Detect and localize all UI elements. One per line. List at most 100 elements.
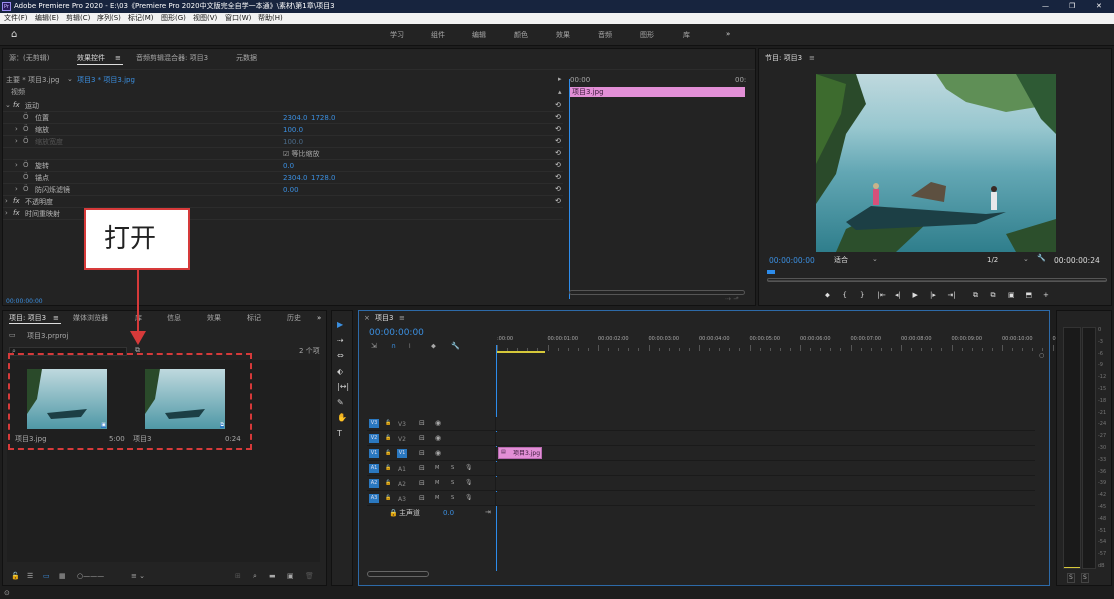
- track-target-toggle[interactable]: A1: [369, 464, 379, 473]
- timeline-hscroll[interactable]: [367, 571, 1035, 577]
- eye-icon[interactable]: ◉: [435, 435, 441, 442]
- tab-media-browser[interactable]: 媒体浏览器: [73, 315, 108, 322]
- fx-toggle-icon[interactable]: Ö: [23, 126, 29, 133]
- zoom-slider[interactable]: ○———: [77, 573, 104, 580]
- property-value[interactable]: ☑ 等比缩放: [283, 151, 320, 158]
- maximize-button[interactable]: ❐: [1069, 3, 1075, 10]
- menu-sequence[interactable]: 序列(S): [97, 15, 121, 22]
- timeline-settings-icon[interactable]: 🔧: [451, 343, 460, 350]
- film-icon[interactable]: ⊟: [419, 480, 425, 487]
- property-value[interactable]: 100.0: [283, 127, 303, 134]
- workspace-libraries[interactable]: 库: [683, 32, 690, 39]
- master-end-icon[interactable]: ⇥: [485, 509, 491, 516]
- home-icon[interactable]: ⌂: [11, 30, 17, 40]
- workspace-more[interactable]: »: [726, 31, 730, 38]
- lock-icon[interactable]: 🔓: [385, 496, 391, 501]
- nest-icon[interactable]: ⇲: [371, 343, 377, 350]
- fit-chevron-icon[interactable]: ⌄: [872, 256, 878, 263]
- program-playhead[interactable]: [767, 270, 775, 274]
- source-patch[interactable]: V2: [398, 436, 406, 443]
- solo-right-button[interactable]: S: [1081, 573, 1089, 583]
- master-volume[interactable]: 0.0: [443, 510, 454, 517]
- fx-scrollbar[interactable]: [569, 290, 745, 295]
- film-icon[interactable]: ⊟: [419, 420, 425, 427]
- solo-button[interactable]: S: [451, 481, 454, 486]
- tab-audio-clip-mixer[interactable]: 音频剪辑混合器: 项目3: [136, 55, 208, 62]
- workspace-assembly[interactable]: 组件: [431, 32, 445, 39]
- menu-view[interactable]: 视图(V): [193, 15, 217, 22]
- export-frame-icon[interactable]: ▣: [1008, 292, 1015, 299]
- program-title[interactable]: 节目: 项目3: [765, 55, 802, 62]
- property-value[interactable]: 2304.0: [283, 175, 308, 182]
- lock-icon[interactable]: 🔓: [385, 421, 391, 426]
- property-value[interactable]: 2304.0: [283, 115, 308, 122]
- expand-chevron-icon[interactable]: ›: [15, 162, 18, 169]
- solo-button[interactable]: S: [451, 466, 454, 471]
- solo-button[interactable]: S: [451, 496, 454, 501]
- pen-tool-icon[interactable]: ✎: [337, 398, 344, 407]
- source-patch[interactable]: A3: [398, 496, 406, 503]
- tab-info[interactable]: 信息: [167, 315, 181, 322]
- trash-icon[interactable]: 🗑: [305, 573, 314, 580]
- quality-chevron-icon[interactable]: ⌄: [1023, 256, 1029, 263]
- fx-clip-bar[interactable]: 项目3.jpg: [569, 87, 745, 97]
- linked-selection-icon[interactable]: ⧘: [409, 343, 410, 350]
- tab-effects[interactable]: 效果: [207, 315, 221, 322]
- extract-icon[interactable]: ⧉: [991, 292, 996, 299]
- expand-chevron-icon[interactable]: ⌄: [5, 102, 11, 109]
- track-target-toggle[interactable]: V2: [369, 434, 379, 443]
- fx-timecode[interactable]: 00:00:00:00: [6, 299, 43, 305]
- mic-icon[interactable]: 🎙: [465, 495, 473, 501]
- menu-help[interactable]: 帮助(H): [258, 15, 283, 22]
- collapse-icon[interactable]: ▴: [558, 89, 562, 96]
- chevron-down-icon[interactable]: ⌄: [67, 76, 73, 83]
- menu-window[interactable]: 窗口(W): [225, 15, 251, 22]
- new-bin-icon[interactable]: ▬: [269, 573, 276, 580]
- menu-marker[interactable]: 标记(M): [128, 15, 154, 22]
- hand-tool-icon[interactable]: ✋: [337, 414, 347, 422]
- property-value[interactable]: 0.0: [283, 163, 294, 170]
- menu-file[interactable]: 文件(F): [4, 15, 28, 22]
- eye-icon[interactable]: ◉: [435, 450, 441, 457]
- mic-icon[interactable]: 🎙: [465, 465, 473, 471]
- menu-graphics[interactable]: 图形(G): [161, 15, 186, 22]
- go-to-out-icon[interactable]: ⇥|: [948, 292, 956, 299]
- lock-icon[interactable]: 🔓: [385, 436, 391, 441]
- fx-toggle-icon[interactable]: Ö: [23, 114, 29, 121]
- timeline-expand-icon[interactable]: ▸: [558, 76, 562, 83]
- lift-icon[interactable]: ⧉: [973, 292, 978, 299]
- workspace-audio[interactable]: 音频: [598, 32, 612, 39]
- lock-icon[interactable]: 🔓: [385, 481, 391, 486]
- type-tool-icon[interactable]: T: [337, 429, 342, 438]
- reset-icon[interactable]: ⟲: [555, 186, 561, 193]
- tab-project[interactable]: 项目: 项目3: [9, 315, 46, 322]
- lock-icon[interactable]: 🔓: [11, 573, 20, 580]
- film-icon[interactable]: ⊟: [419, 450, 425, 457]
- reset-icon[interactable]: ⟲: [555, 150, 561, 157]
- expand-chevron-icon[interactable]: ›: [15, 138, 18, 145]
- fx-playhead[interactable]: [569, 79, 570, 299]
- clip-label[interactable]: 项目3 * 项目3.jpg: [77, 77, 135, 84]
- fx-toggle-icon[interactable]: fx: [13, 102, 20, 109]
- fx-toggle-icon[interactable]: Ö: [23, 138, 29, 145]
- property-value[interactable]: 100.0: [283, 139, 303, 146]
- expand-chevron-icon[interactable]: ›: [15, 126, 18, 133]
- ripple-edit-icon[interactable]: ⇔: [337, 352, 344, 360]
- expand-chevron-icon[interactable]: ›: [15, 186, 18, 193]
- program-timecode[interactable]: 00:00:00:00: [769, 257, 815, 265]
- icon-view-icon[interactable]: ▭: [43, 573, 50, 580]
- reset-icon[interactable]: ⟲: [555, 102, 561, 109]
- panel-more-icon[interactable]: »: [317, 315, 321, 322]
- sequence-timecode[interactable]: 00:00:00:00: [369, 329, 424, 338]
- program-menu-icon[interactable]: ≡: [809, 55, 815, 62]
- sort-icon[interactable]: ≡ ⌄: [131, 573, 145, 580]
- lock-icon[interactable]: 🔒: [389, 510, 398, 517]
- reset-icon[interactable]: ⟲: [555, 138, 561, 145]
- play-icon[interactable]: ▶: [913, 292, 918, 299]
- freeform-view-icon[interactable]: ▦: [59, 573, 66, 580]
- mark-out-icon[interactable]: }: [860, 292, 864, 299]
- add-marker-icon[interactable]: ⬥: [825, 292, 830, 299]
- track-target-toggle[interactable]: A3: [369, 494, 379, 503]
- source-patch[interactable]: V3: [398, 421, 406, 428]
- tab-effect-controls[interactable]: 效果控件: [77, 55, 105, 62]
